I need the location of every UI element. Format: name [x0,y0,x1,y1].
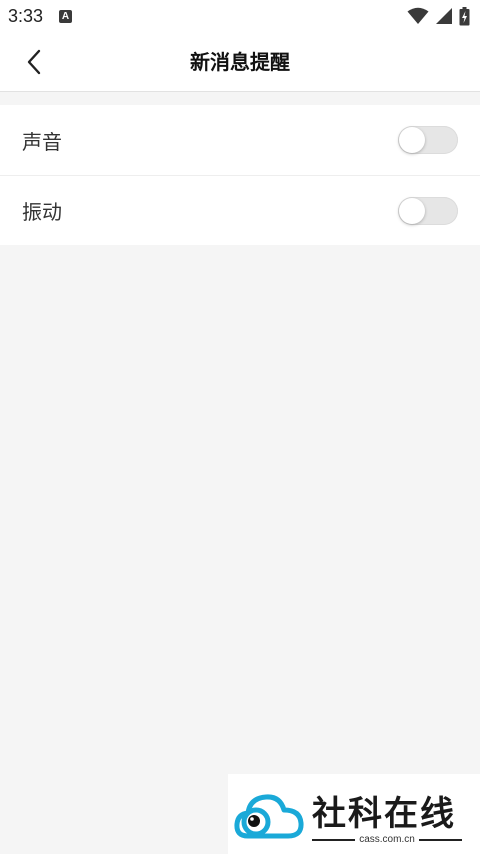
settings-list: 声音 振动 [0,105,480,245]
back-button[interactable] [18,44,52,80]
setting-label-vibration: 振动 [22,200,62,224]
cloud-eye-logo-icon [234,794,304,839]
toggle-knob [399,197,425,224]
watermark-url: cass.com.cn [359,834,415,845]
setting-row-sound: 声音 [0,105,480,175]
battery-charging-icon [459,6,470,25]
watermark-title: 社科在线 [312,794,456,834]
status-time: 3:33 [8,5,44,26]
setting-label-sound: 声音 [22,129,62,154]
wifi-icon [407,7,429,24]
a-icon: A [59,9,73,23]
watermark-url-line: cass.com.cn [312,834,463,845]
chevron-left-icon [27,49,41,75]
status-right [407,6,470,26]
app-bar: 新消息提醒 [0,32,480,92]
setting-row-vibration: 振动 [0,175,480,245]
status-bar: 3:33 A [0,0,480,32]
signal-icon [436,8,452,24]
watermark-divider-right [418,838,463,841]
status-left: 3:33 A [8,5,73,27]
page-title: 新消息提醒 [190,50,290,74]
sound-toggle[interactable] [398,126,458,154]
watermark-divider-left [312,838,356,841]
watermark: 社科在线 cass.com.cn [228,774,480,854]
toggle-knob [399,127,425,153]
vibration-toggle[interactable] [398,196,458,225]
